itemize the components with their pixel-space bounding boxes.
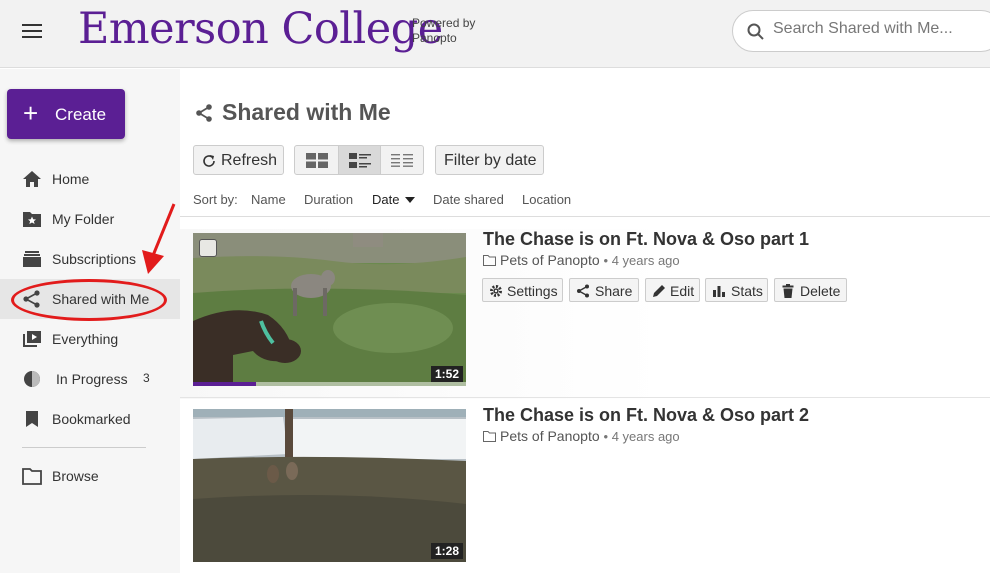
session-meta: Pets of Panopto • 4 years ago [483, 428, 680, 444]
powered-by-text: Powered by Panopto [412, 16, 475, 46]
session-row: 1:52 The Chase is on Ft. Nova & Oso part… [180, 229, 990, 399]
sort-duration[interactable]: Duration [304, 192, 353, 207]
play-library-icon [23, 331, 41, 347]
sidebar-item-label: Bookmarked [52, 411, 131, 427]
stats-button[interactable]: Stats [705, 278, 768, 302]
brand-logo[interactable]: Emerson College [78, 4, 443, 54]
settings-label: Settings [507, 283, 558, 299]
page-title-text: Shared with Me [222, 99, 391, 125]
search-icon [747, 23, 764, 40]
grid-view-icon [306, 153, 328, 168]
session-folder-link[interactable]: Pets of Panopto [500, 428, 600, 444]
annotation-arrow-icon [142, 203, 176, 274]
sidebar-item-everything[interactable]: Everything [0, 319, 180, 359]
refresh-label: Refresh [221, 152, 278, 169]
create-button[interactable]: + Create [7, 89, 125, 139]
list-view-button[interactable] [381, 146, 423, 174]
share-label: Share [595, 283, 633, 299]
duration-badge: 1:52 [430, 366, 463, 382]
session-folder-link[interactable]: Pets of Panopto [500, 252, 600, 268]
session-meta: Pets of Panopto • 4 years ago [483, 252, 680, 268]
edit-button[interactable]: Edit [645, 278, 700, 302]
sidebar-item-bookmarked[interactable]: Bookmarked [0, 399, 180, 439]
gear-icon [490, 285, 502, 297]
view-mode-toggle [294, 145, 424, 175]
sidebar-item-home[interactable]: Home [0, 159, 180, 199]
edit-label: Edit [670, 283, 695, 299]
share-icon [577, 284, 589, 298]
page-title: Shared with Me [194, 99, 391, 126]
sidebar-item-label: Home [52, 171, 90, 187]
delete-button[interactable]: Delete [774, 278, 847, 302]
home-icon [23, 171, 41, 187]
sidebar-item-browse[interactable]: Browse [0, 456, 180, 496]
sidebar-item-label: Subscriptions [52, 251, 137, 267]
session-title[interactable]: The Chase is on Ft. Nova & Oso part 1 [483, 229, 809, 250]
folder-icon [483, 255, 496, 266]
session-row: 1:28 The Chase is on Ft. Nova & Oso part… [180, 397, 990, 567]
subscriptions-icon [23, 251, 41, 267]
hamburger-menu-icon[interactable] [22, 24, 42, 40]
bar-chart-icon [713, 286, 725, 297]
folder-icon [483, 431, 496, 442]
main-content: Shared with Me Refresh Filter by date So… [180, 69, 990, 573]
sidebar-item-label: Everything [52, 331, 119, 347]
session-thumbnail[interactable]: 1:28 [193, 409, 466, 562]
session-age: 4 years ago [611, 253, 680, 268]
watch-progress-bar [193, 382, 256, 386]
half-circle-icon [24, 371, 40, 387]
search-input[interactable] [773, 20, 990, 38]
trash-icon [782, 284, 794, 298]
plus-icon: + [23, 98, 39, 128]
session-age: 4 years ago [611, 429, 680, 444]
create-label: Create [55, 105, 107, 124]
detail-view-button[interactable] [338, 146, 381, 174]
sort-date[interactable]: Date [372, 192, 416, 207]
sort-by-label: Sort by: [193, 192, 238, 207]
sidebar-item-label: In Progress [56, 371, 128, 387]
share-button[interactable]: Share [569, 278, 639, 302]
bookmark-icon [26, 411, 38, 427]
folder-icon [22, 468, 42, 485]
in-progress-count: 3 [143, 371, 150, 385]
delete-label: Delete [800, 283, 841, 299]
sidebar-item-label: My Folder [52, 211, 115, 227]
duration-badge: 1:28 [430, 543, 463, 559]
settings-button[interactable]: Settings [482, 278, 563, 302]
video-thumbnail-image [193, 233, 466, 386]
annotation-circle [11, 279, 167, 321]
caret-down-icon [405, 197, 416, 203]
list-divider [180, 216, 990, 217]
stats-label: Stats [731, 283, 763, 299]
session-title[interactable]: The Chase is on Ft. Nova & Oso part 2 [483, 405, 809, 426]
star-folder-icon [23, 212, 41, 227]
grid-view-button[interactable] [295, 146, 338, 174]
session-thumbnail[interactable]: 1:52 [193, 233, 466, 386]
detail-list-icon [349, 153, 371, 168]
video-thumbnail-image [193, 409, 466, 562]
select-checkbox[interactable] [199, 239, 217, 257]
sort-date-shared[interactable]: Date shared [433, 192, 504, 207]
search-box[interactable] [732, 10, 990, 52]
sidebar-item-label: Browse [52, 468, 99, 484]
top-header: Emerson College Powered by Panopto [0, 0, 990, 68]
panopto-line: Panopto [412, 31, 457, 45]
refresh-icon [203, 155, 215, 167]
sort-name[interactable]: Name [251, 192, 286, 207]
refresh-button[interactable]: Refresh [193, 145, 284, 175]
sidebar-divider [22, 447, 146, 448]
filter-label: Filter by date [444, 152, 537, 169]
sidebar-item-in-progress[interactable]: In Progress 3 [0, 359, 180, 399]
sort-date-label: Date [372, 192, 400, 207]
powered-by-line: Powered by [412, 16, 476, 30]
sidebar: + Create Home My Folder Subscriptions Sh… [0, 69, 180, 573]
pencil-icon [653, 285, 665, 297]
sort-location[interactable]: Location [522, 192, 571, 207]
share-icon [196, 104, 212, 122]
filter-by-date-button[interactable]: Filter by date [435, 145, 544, 175]
list-view-icon [391, 154, 413, 167]
